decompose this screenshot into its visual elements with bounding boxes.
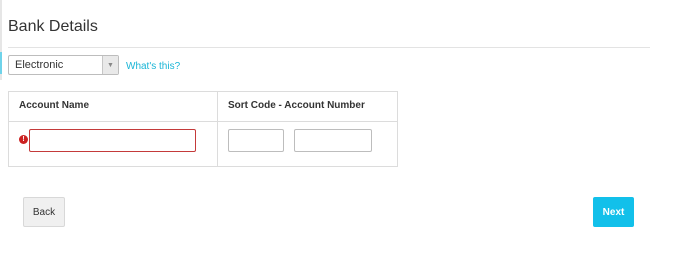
account-number-input[interactable] (294, 129, 372, 152)
chevron-down-icon[interactable]: ▼ (102, 56, 118, 74)
payment-method-select[interactable]: Electronic ▼ (8, 55, 119, 75)
table-row-divider (9, 121, 397, 122)
page-title: Bank Details (8, 18, 98, 35)
account-name-header: Account Name (19, 100, 90, 111)
left-edge-accent (0, 52, 2, 74)
sort-code-input[interactable] (228, 129, 284, 152)
whats-this-link[interactable]: What's this? (126, 61, 180, 72)
sort-code-account-number-header: Sort Code - Account Number (228, 100, 365, 111)
payment-method-value: Electronic (15, 59, 64, 71)
back-button[interactable]: Back (23, 197, 65, 227)
title-divider (8, 47, 650, 48)
error-icon: ! (19, 135, 28, 144)
bank-details-table: Account Name Sort Code - Account Number … (8, 91, 398, 167)
account-name-input[interactable] (29, 129, 196, 152)
next-button[interactable]: Next (593, 197, 634, 227)
table-column-divider (217, 92, 218, 166)
